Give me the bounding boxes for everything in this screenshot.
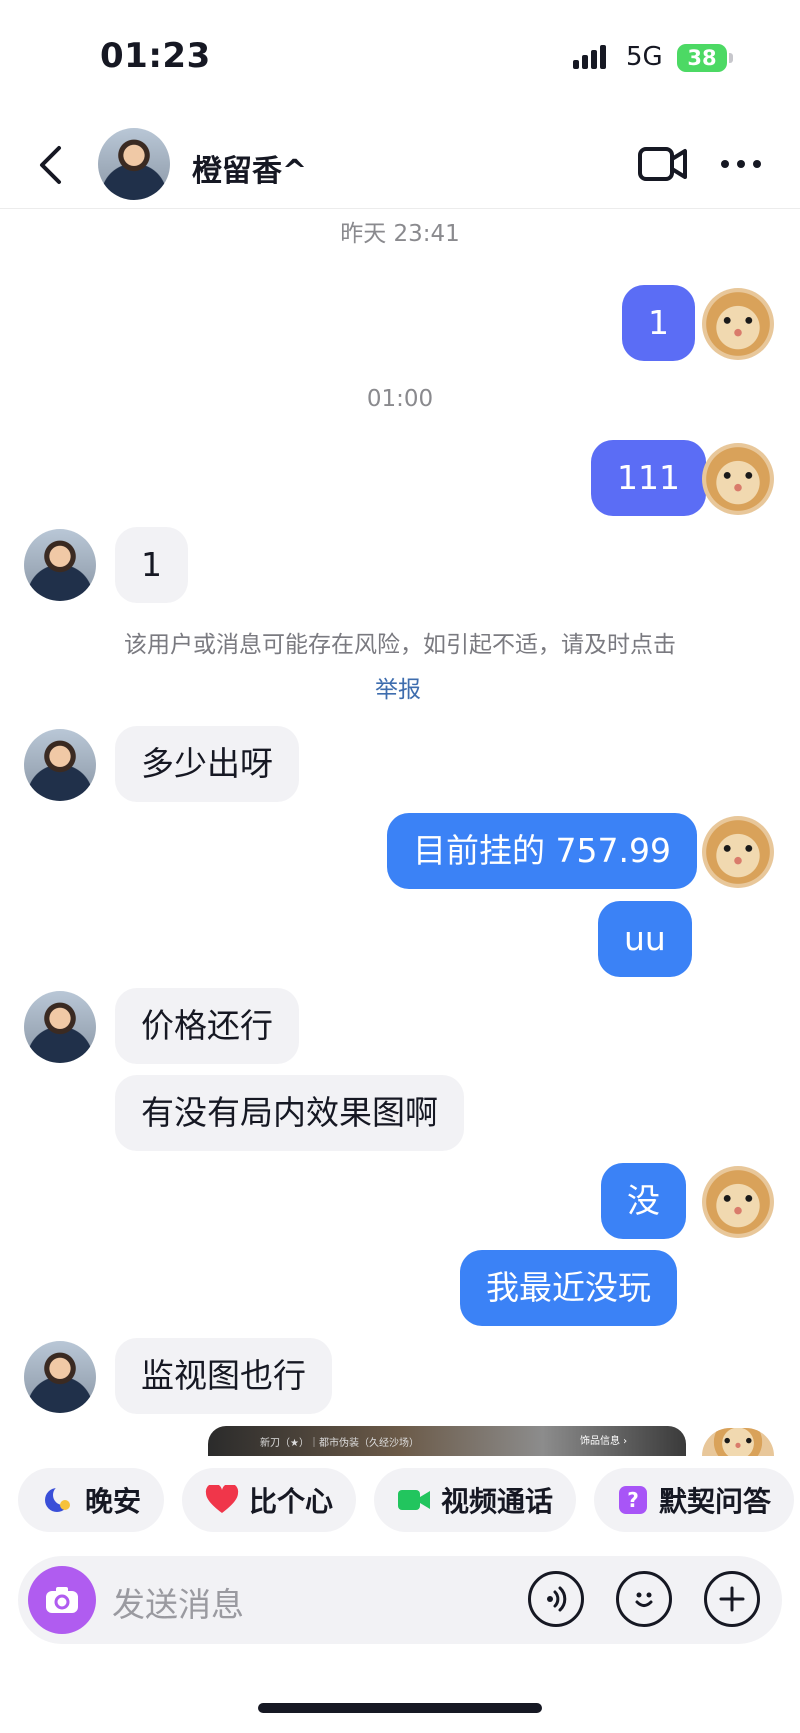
timestamp: 01:00 — [366, 386, 434, 412]
quick-action-label: 默契问答 — [658, 1485, 771, 1518]
video-camera-icon — [638, 147, 687, 181]
report-link[interactable]: 举报 — [375, 670, 421, 704]
video-call-icon — [397, 1487, 431, 1513]
contact-name[interactable]: 橙留香^ — [192, 146, 307, 190]
message-bubble-incoming[interactable]: 有没有局内效果图啊 — [115, 1075, 464, 1151]
my-avatar[interactable] — [702, 443, 774, 515]
timestamp: 昨天 23:41 — [340, 221, 460, 247]
quick-action-heart[interactable]: 比个心 — [182, 1468, 356, 1532]
message-bubble-incoming[interactable]: 1 — [115, 527, 188, 603]
emoji-button[interactable] — [616, 1571, 672, 1627]
message-bubble-incoming[interactable]: 价格还行 — [115, 988, 299, 1064]
moon-icon — [41, 1485, 75, 1515]
battery-indicator: 38 — [677, 44, 727, 72]
my-avatar[interactable] — [702, 816, 774, 888]
more-button[interactable] — [720, 152, 762, 180]
status-time: 01:23 — [100, 36, 211, 76]
my-avatar[interactable] — [702, 1428, 774, 1456]
message-bubble-incoming[interactable]: 监视图也行 — [115, 1338, 332, 1414]
contact-avatar[interactable] — [24, 729, 96, 801]
quick-action-quiz[interactable]: ? 默契问答 — [594, 1468, 794, 1532]
home-indicator — [258, 1703, 542, 1713]
voice-wave-icon — [547, 1586, 567, 1612]
heart-icon — [205, 1485, 239, 1515]
preview-caption: 新刀（★）｜都市伪装（久经沙场） — [260, 1438, 419, 1449]
my-avatar[interactable] — [702, 288, 774, 360]
quick-action-label: 视频通话 — [440, 1485, 553, 1518]
network-label: 5G — [626, 42, 663, 72]
camera-button[interactable] — [28, 1566, 96, 1634]
contact-avatar[interactable] — [24, 529, 96, 601]
message-bubble-outgoing[interactable]: 111 — [591, 440, 706, 516]
message-input[interactable]: 发送消息 — [112, 1578, 512, 1626]
quick-action-label: 比个心 — [248, 1485, 333, 1518]
add-button[interactable] — [704, 1571, 760, 1627]
contact-avatar[interactable] — [98, 128, 170, 200]
risk-warning: 该用户或消息可能存在风险，如引起不适，请及时点击 — [124, 632, 676, 658]
contact-avatar[interactable] — [24, 991, 96, 1063]
quick-action-video-call[interactable]: 视频通话 — [374, 1468, 576, 1532]
plus-icon — [719, 1586, 745, 1612]
more-dots-icon — [721, 160, 761, 168]
question-icon: ? — [617, 1484, 649, 1516]
my-avatar[interactable] — [702, 1166, 774, 1238]
message-bubble-outgoing[interactable]: 目前挂的 757.99 — [387, 813, 697, 889]
chevron-left-icon — [40, 146, 61, 184]
message-bubble-outgoing[interactable]: 1 — [622, 285, 695, 361]
quick-action-label: 晚安 — [84, 1485, 141, 1518]
smiley-icon — [635, 1592, 653, 1607]
camera-icon — [46, 1587, 78, 1613]
quick-action-goodnight[interactable]: 晚安 — [18, 1468, 164, 1532]
header-divider — [0, 208, 800, 209]
contact-avatar[interactable] — [24, 1341, 96, 1413]
preview-tag: 饰品信息 › — [580, 1436, 628, 1447]
message-bubble-outgoing[interactable]: 我最近没玩 — [460, 1250, 677, 1326]
message-bubble-outgoing[interactable]: 没 — [601, 1163, 686, 1239]
voice-button[interactable] — [528, 1571, 584, 1627]
battery-level: 38 — [687, 46, 717, 70]
back-button[interactable] — [30, 140, 70, 190]
signal-icon — [573, 44, 613, 74]
svg-text:?: ? — [627, 1488, 639, 1512]
message-bubble-outgoing[interactable]: uu — [598, 901, 692, 977]
video-call-button[interactable] — [638, 146, 688, 186]
message-bubble-incoming[interactable]: 多少出呀 — [115, 726, 299, 802]
battery-tip — [729, 53, 733, 63]
